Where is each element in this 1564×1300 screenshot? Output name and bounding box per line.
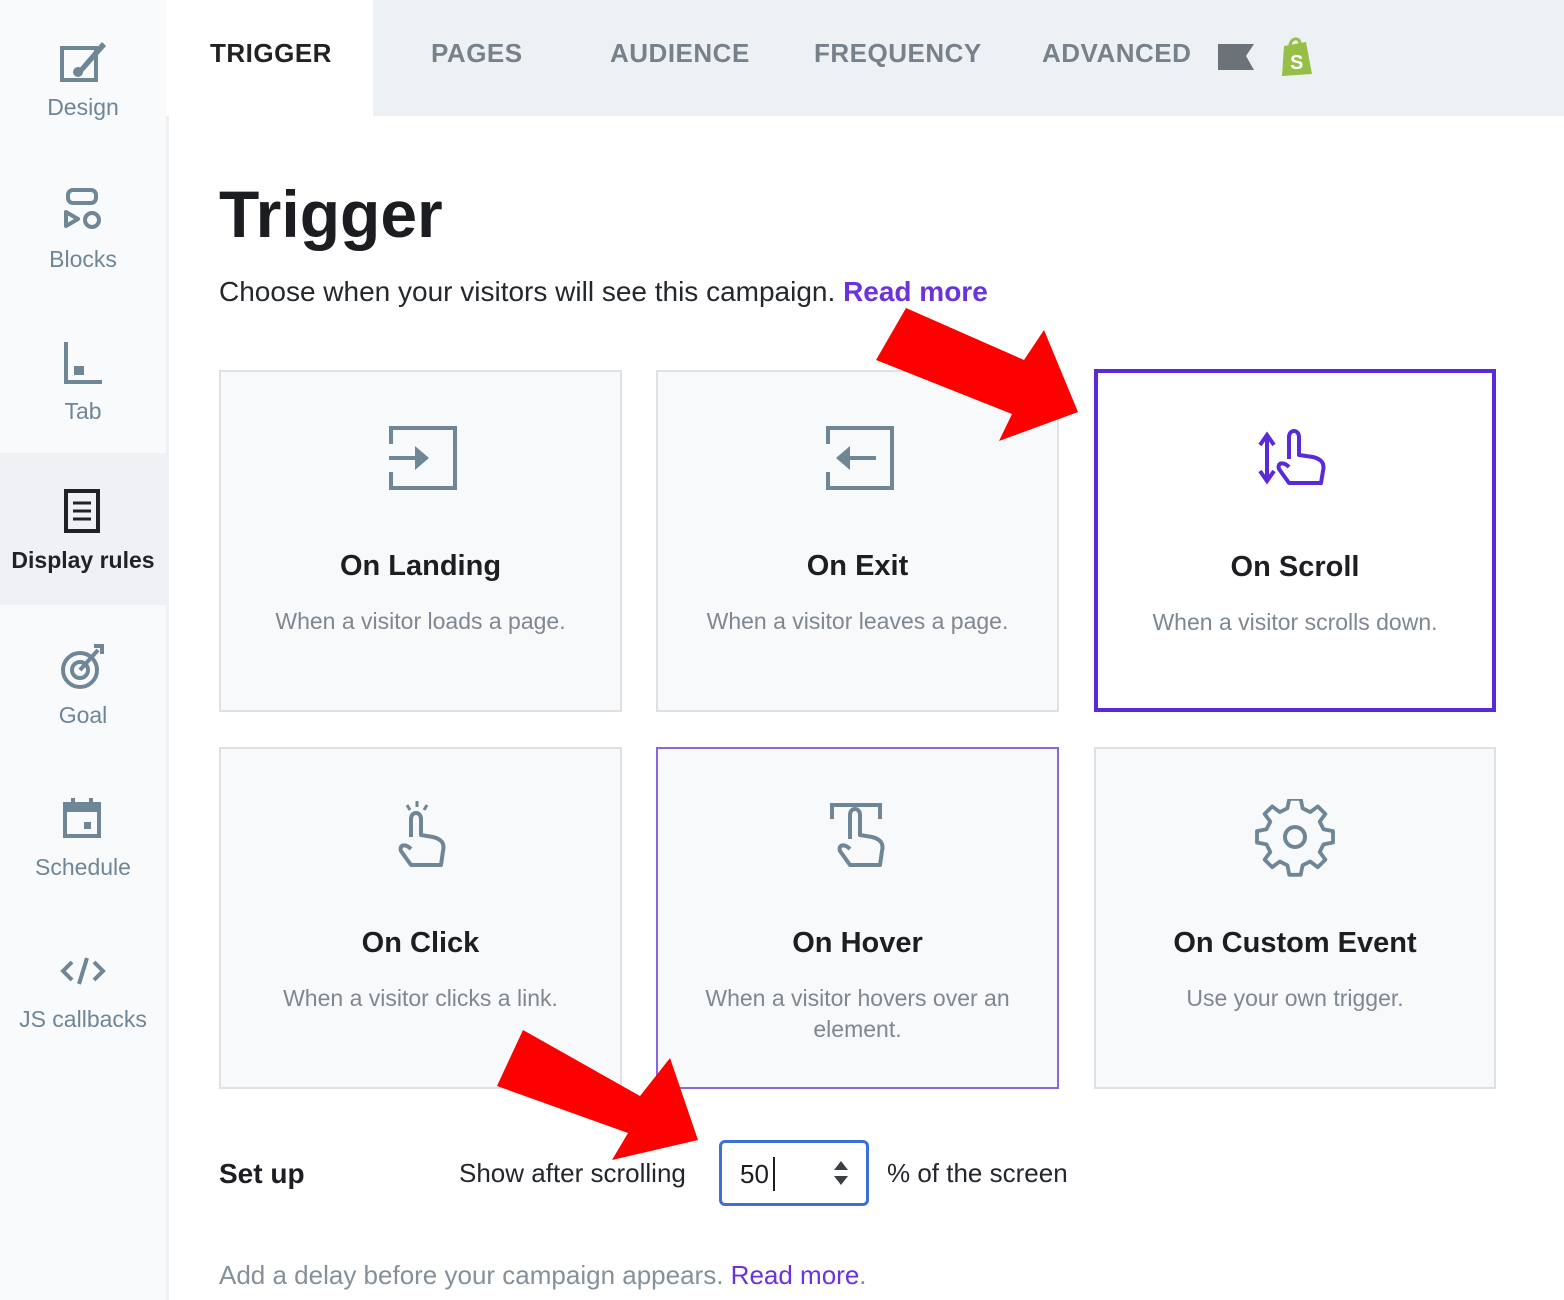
exit-icon [825, 426, 894, 490]
flag-icon [1218, 44, 1254, 70]
sidebar-item-js-callbacks[interactable]: JS callbacks [0, 912, 166, 1064]
tab-audience[interactable]: AUDIENCE [610, 38, 750, 69]
setup-suffix-text: % of the screen [887, 1158, 1068, 1188]
page-subtitle: Choose when your visitors will see this … [219, 276, 988, 308]
card-title: On Scroll [1230, 551, 1360, 583]
sidebar-item-label: Tab [64, 397, 102, 424]
sidebar-item-label: Schedule [35, 853, 131, 880]
gear-icon [1255, 799, 1335, 877]
card-description: When a visitor scrolls down. [1152, 609, 1438, 635]
design-brush-icon [60, 41, 106, 82]
setup-prefix-text: Show after scrolling [459, 1158, 686, 1188]
calendar-icon [63, 797, 101, 838]
card-description: When a visitor leaves a page. [706, 608, 1009, 634]
card-title: On Click [361, 927, 480, 959]
sidebar: Design Blocks Tab Display rules Goal Sch… [0, 0, 169, 1300]
card-title: On Exit [806, 550, 909, 582]
sidebar-item-design[interactable]: Design [0, 0, 166, 152]
delay-hint: Add a delay before your campaign appears… [219, 1260, 867, 1291]
trigger-card-on-exit[interactable]: On Exit When a visitor leaves a page. [656, 370, 1059, 712]
tab-bar: TRIGGER PAGES AUDIENCE FREQUENCY ADVANCE… [166, 0, 1564, 116]
tab-trigger[interactable]: TRIGGER [210, 38, 332, 69]
shopify-icon: S [1282, 37, 1312, 76]
sidebar-item-label: Design [47, 93, 119, 120]
goal-target-icon [61, 643, 104, 689]
trigger-card-on-custom-event[interactable]: On Custom Event Use your own trigger. [1094, 747, 1496, 1089]
sidebar-item-display-rules[interactable]: Display rules [0, 453, 166, 605]
sidebar-item-schedule[interactable]: Schedule [0, 760, 166, 912]
display-rules-icon [64, 488, 100, 533]
scroll-hand-icon [1258, 429, 1326, 485]
card-description: When a visitor clicks a link. [283, 985, 558, 1011]
sidebar-item-tab[interactable]: Tab [0, 304, 166, 456]
card-title: On Custom Event [1173, 927, 1417, 959]
hover-hand-icon [829, 803, 884, 867]
scroll-percent-value[interactable]: 50 [740, 1159, 769, 1190]
tab-icon [64, 341, 102, 384]
click-hand-icon [398, 801, 445, 867]
trigger-card-on-hover[interactable]: On Hover When a visitor hovers over an e… [656, 747, 1059, 1089]
text-caret [773, 1157, 775, 1191]
sidebar-item-blocks[interactable]: Blocks [0, 152, 166, 304]
setup-label: Set up [219, 1158, 305, 1189]
tab-advanced[interactable]: ADVANCED [1042, 38, 1191, 69]
card-title: On Hover [792, 927, 923, 959]
delay-read-more-link[interactable]: Read more [731, 1260, 860, 1290]
subtitle-text: Choose when your visitors will see this … [219, 276, 836, 307]
number-stepper-icon[interactable] [828, 1155, 854, 1191]
enter-icon [388, 426, 457, 490]
sidebar-item-label: Display rules [11, 546, 155, 573]
trigger-card-on-click[interactable]: On Click When a visitor clicks a link. [219, 747, 622, 1089]
delay-hint-text: Add a delay before your campaign appears… [219, 1260, 724, 1290]
sidebar-item-goal[interactable]: Goal [0, 608, 166, 760]
tab-pages[interactable]: PAGES [431, 38, 523, 69]
sidebar-item-label: JS callbacks [19, 1005, 147, 1032]
card-description: When a visitor hovers over an element. [705, 985, 1010, 1042]
trigger-card-on-scroll[interactable]: On Scroll When a visitor scrolls down. [1094, 369, 1496, 712]
blocks-icon [64, 187, 101, 229]
sidebar-item-label: Blocks [49, 245, 117, 272]
card-title: On Landing [339, 550, 502, 582]
svg-text:S: S [1290, 52, 1303, 74]
card-description: When a visitor loads a page. [275, 608, 566, 634]
page-title: Trigger [219, 177, 443, 251]
card-description: Use your own trigger. [1186, 985, 1404, 1011]
read-more-link[interactable]: Read more [843, 276, 988, 307]
tab-frequency[interactable]: FREQUENCY [814, 38, 982, 69]
code-icon [60, 956, 106, 985]
delay-hint-period: . [859, 1260, 867, 1290]
sidebar-item-label: Goal [58, 701, 108, 728]
scroll-percent-input[interactable]: 50 [719, 1140, 869, 1206]
trigger-card-on-landing[interactable]: On Landing When a visitor loads a page. [219, 370, 622, 712]
